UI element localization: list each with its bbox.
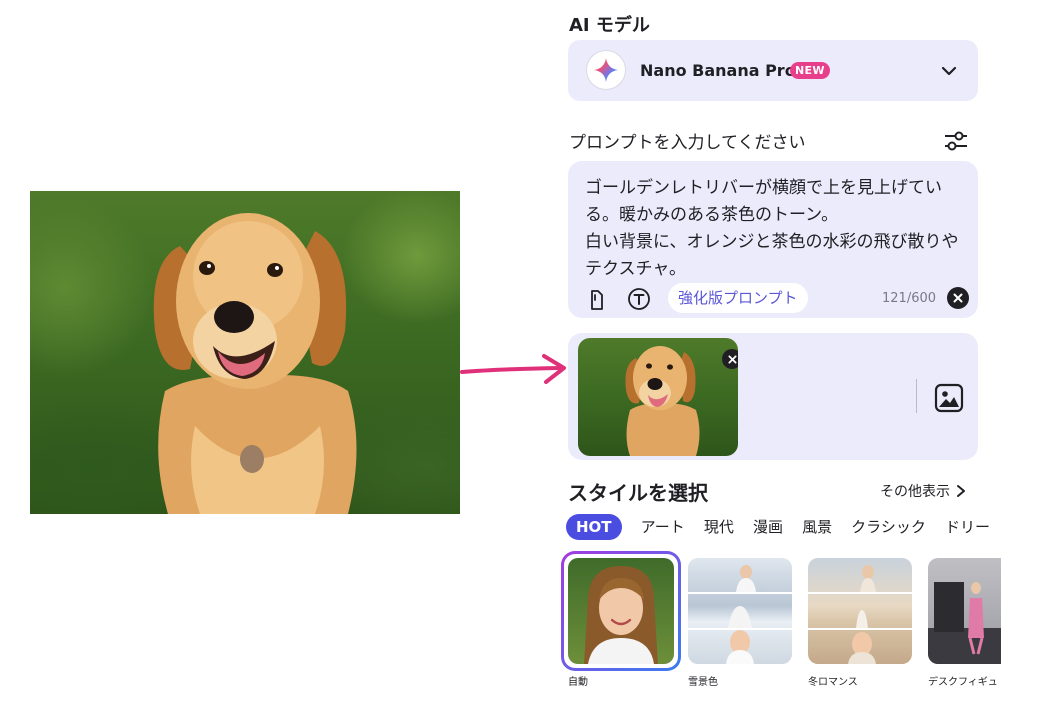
style-section-title: スタイルを選択 (568, 481, 708, 505)
prompt-section-title: プロンプトを入力してください (569, 133, 806, 153)
text-format-icon[interactable] (627, 287, 651, 311)
close-icon (727, 354, 737, 364)
reference-image-area[interactable] (568, 333, 978, 460)
clear-prompt-button[interactable] (947, 287, 969, 309)
style-thumbnail (688, 558, 792, 664)
model-selector[interactable]: Nano Banana Pro NEW (568, 40, 978, 101)
tab-landscape[interactable]: 風景 (802, 514, 832, 540)
style-thumbnail (568, 558, 674, 664)
tab-dreamy[interactable]: ドリー (945, 514, 990, 540)
add-image-icon[interactable] (934, 383, 964, 413)
uploaded-image-thumbnail (578, 338, 738, 456)
tab-classic[interactable]: クラシック (851, 514, 926, 540)
style-card-snow[interactable]: 雪景色 (687, 551, 795, 691)
model-section-title: AI モデル (569, 15, 650, 36)
style-card-label: 自動 (568, 677, 588, 688)
style-card-label: 雪景色 (688, 677, 718, 688)
settings-sliders-icon[interactable] (942, 127, 970, 155)
tab-modern[interactable]: 現代 (704, 514, 734, 540)
style-card-label: デスクフィギュ (928, 677, 998, 688)
new-badge: NEW (790, 62, 830, 79)
style-card-desk-figure[interactable]: デスクフィギュ (927, 551, 1001, 691)
chevron-right-icon (957, 485, 965, 497)
tab-hot[interactable]: HOT (566, 514, 622, 540)
paste-icon[interactable] (585, 288, 609, 312)
style-cards: 自動 雪景色 冬ロマンス デスクフィギュ (561, 551, 1001, 691)
arrow-right-icon (460, 354, 566, 384)
prompt-text[interactable]: ゴールデンレトリバーが横顔で上を見上げている。暖かみのある茶色のトーン。 白い背… (585, 175, 963, 283)
chevron-down-icon[interactable] (940, 62, 958, 80)
remove-image-button[interactable] (722, 349, 738, 369)
enhance-prompt-button[interactable]: 強化版プロンプト (668, 283, 808, 313)
close-icon (953, 293, 963, 303)
char-count: 121/600 (882, 291, 937, 306)
style-card-auto[interactable]: 自動 (561, 551, 681, 691)
show-more-link[interactable]: その他表示 (880, 481, 966, 501)
divider (916, 379, 917, 413)
style-card-label: 冬ロマンス (808, 677, 858, 688)
style-card-winter-romance[interactable]: 冬ロマンス (807, 551, 915, 691)
style-thumbnail (808, 558, 912, 664)
gemini-sparkle-icon (586, 50, 626, 90)
tab-art[interactable]: アート (641, 514, 685, 540)
show-more-label: その他表示 (880, 484, 950, 500)
style-tabs: HOT アート 現代 漫画 風景 クラシック ドリー (566, 514, 1001, 540)
prompt-input-area[interactable]: ゴールデンレトリバーが横顔で上を見上げている。暖かみのある茶色のトーン。 白い背… (568, 161, 978, 318)
model-name: Nano Banana Pro (640, 61, 796, 80)
tab-manga[interactable]: 漫画 (753, 514, 783, 540)
style-thumbnail (928, 558, 1001, 664)
source-dog-photo (30, 191, 460, 514)
